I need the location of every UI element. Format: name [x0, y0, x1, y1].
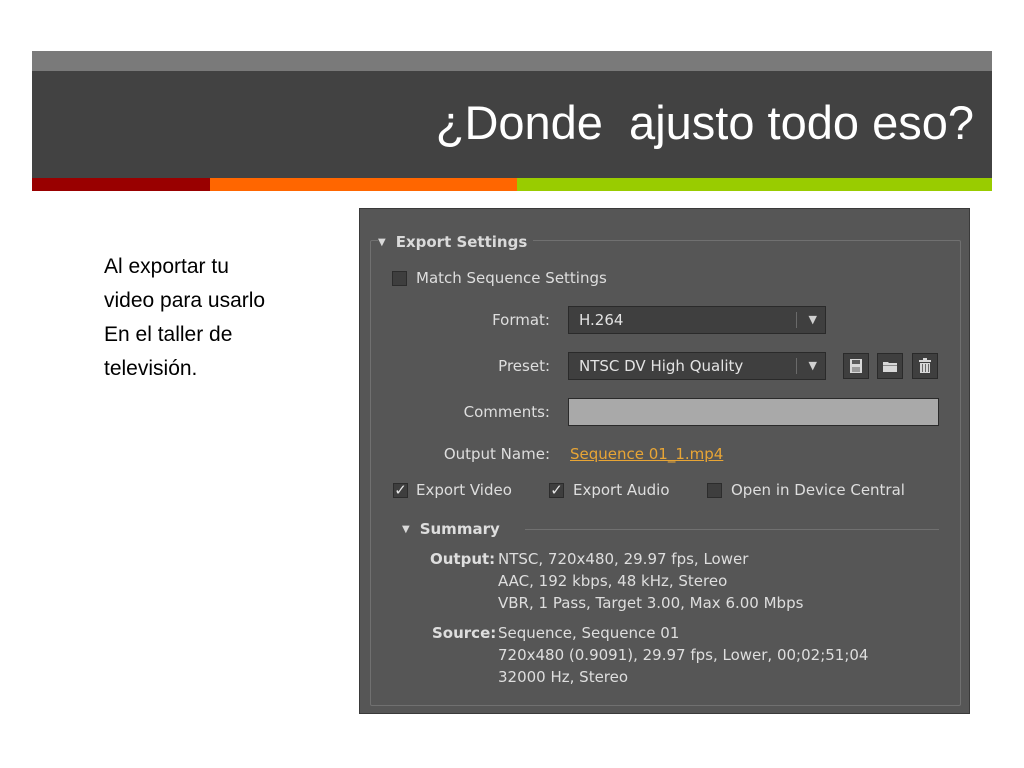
export-video-checkbox[interactable]: ✓ — [393, 483, 408, 498]
body-line: televisión. — [104, 357, 198, 380]
summary-divider — [525, 529, 939, 530]
save-preset-button[interactable] — [843, 353, 869, 379]
summary-output-label: Output: — [430, 550, 496, 568]
summary-title: Summary — [419, 520, 500, 538]
body-line: En el taller de — [104, 323, 233, 346]
dropdown-arrow-icon: ▼ — [808, 313, 817, 326]
summary-header[interactable]: ▼ Summary — [402, 519, 500, 540]
export-settings-panel: ▼ Export Settings Match Sequence Settings… — [359, 208, 970, 714]
export-audio-label: Export Audio — [573, 481, 670, 499]
dropdown-separator — [796, 358, 797, 374]
save-preset-icon — [850, 359, 862, 373]
match-sequence-label: Match Sequence Settings — [416, 269, 607, 287]
summary-source-line: 720x480 (0.9091), 29.97 fps, Lower, 00;0… — [498, 646, 869, 664]
dropdown-separator — [796, 312, 797, 328]
body-line: Al exportar tu — [104, 255, 229, 278]
accent-bar-orange — [210, 178, 517, 191]
summary-source-lines: Sequence, Sequence 01 720x480 (0.9091), … — [498, 622, 868, 688]
summary-output-lines: NTSC, 720x480, 29.97 fps, Lower AAC, 192… — [498, 548, 803, 614]
disclosure-triangle-icon[interactable]: ▼ — [378, 232, 386, 254]
slide-title: ¿Donde ajusto todo eso? — [435, 96, 974, 149]
header-top-strip — [32, 51, 992, 71]
accent-bar-green — [517, 178, 992, 191]
delete-preset-icon — [919, 358, 931, 373]
output-name-label: Output Name: — [443, 445, 550, 463]
match-sequence-checkbox[interactable] — [392, 271, 407, 286]
dropdown-arrow-icon: ▼ — [808, 359, 817, 372]
format-value: H.264 — [579, 311, 624, 329]
import-preset-icon — [883, 362, 897, 372]
summary-source-line: Sequence, Sequence 01 — [498, 624, 680, 642]
device-central-checkbox[interactable] — [707, 483, 722, 498]
preset-dropdown[interactable]: NTSC DV High Quality ▼ — [568, 352, 826, 380]
disclosure-triangle-icon[interactable]: ▼ — [402, 520, 410, 540]
slide-body-text: Al exportar tu video para usarlo En el t… — [104, 250, 354, 386]
title-bar: ¿Donde ajusto todo eso? — [32, 71, 992, 178]
format-label: Format: — [492, 311, 550, 329]
import-preset-button[interactable] — [877, 353, 903, 379]
body-line: video para usarlo — [104, 289, 266, 312]
summary-output-line: VBR, 1 Pass, Target 3.00, Max 6.00 Mbps — [498, 594, 804, 612]
accent-bar-red — [32, 178, 210, 191]
comments-field[interactable] — [568, 398, 939, 426]
export-settings-header[interactable]: ▼ Export Settings — [378, 231, 534, 254]
format-dropdown[interactable]: H.264 ▼ — [568, 306, 826, 334]
delete-preset-button[interactable] — [912, 353, 938, 379]
summary-output-line: NTSC, 720x480, 29.97 fps, Lower — [498, 550, 749, 568]
export-audio-checkbox[interactable]: ✓ — [549, 483, 564, 498]
comments-label: Comments: — [463, 403, 550, 421]
summary-source-line: 32000 Hz, Stereo — [498, 668, 629, 686]
output-name-link[interactable]: Sequence 01_1.mp4 — [570, 444, 723, 464]
preset-label: Preset: — [498, 357, 550, 375]
export-video-label: Export Video — [416, 481, 512, 499]
summary-source-label: Source: — [432, 624, 497, 642]
preset-value: NTSC DV High Quality — [579, 357, 744, 375]
export-settings-title: Export Settings — [395, 233, 528, 251]
device-central-label: Open in Device Central — [731, 481, 905, 499]
summary-output-line: AAC, 192 kbps, 48 kHz, Stereo — [498, 572, 728, 590]
